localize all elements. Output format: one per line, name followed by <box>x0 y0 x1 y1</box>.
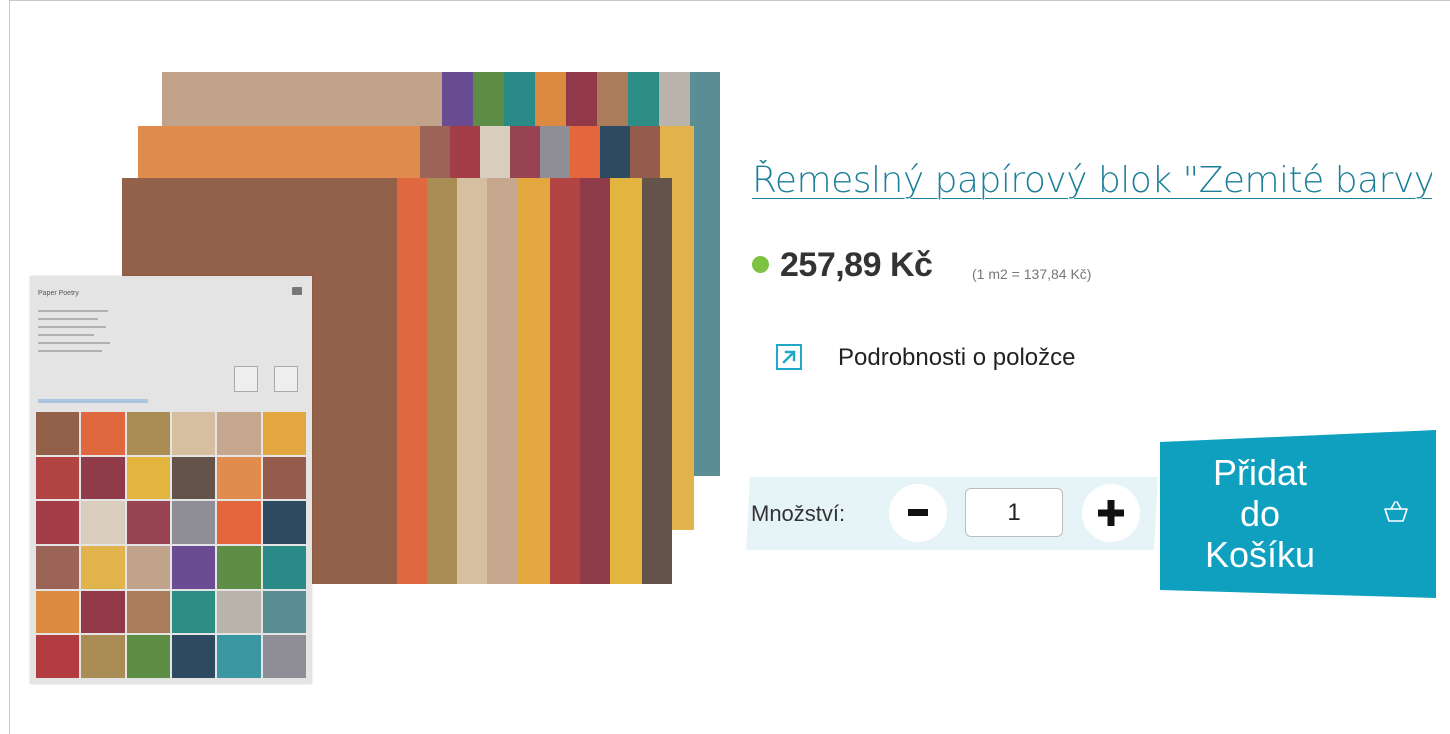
pad-text-line <box>38 326 106 328</box>
product-image[interactable]: Paper Poetry <box>30 72 720 684</box>
pad-text-line <box>38 310 108 312</box>
pad-logo-mark <box>292 287 302 295</box>
pad-color-grid <box>36 412 306 678</box>
pad-text-line <box>38 342 110 344</box>
pad-recycle-badge <box>274 366 298 392</box>
minus-icon <box>908 509 928 516</box>
pad-brand-logo: Paper Poetry <box>38 290 79 297</box>
basket-icon <box>1382 500 1410 529</box>
quantity-decrement-button[interactable] <box>889 484 947 542</box>
pad-text-line <box>38 334 94 336</box>
quantity-input[interactable] <box>965 488 1063 537</box>
unit-price: (1 m2 = 137,84 Kč) <box>972 266 1092 282</box>
pad-text-line <box>38 318 98 320</box>
add-to-cart-label: Přidat do Košíku <box>1204 452 1316 575</box>
paper-pad-cover: Paper Poetry <box>30 276 312 684</box>
plus-icon <box>1098 500 1124 526</box>
external-link-icon[interactable] <box>776 344 802 370</box>
in-stock-indicator <box>752 256 769 273</box>
pad-subtitle-line <box>38 399 148 403</box>
product-title-link[interactable]: Řemeslný papírový blok "Zemité barvy <box>752 160 1432 201</box>
item-details-link[interactable]: Podrobnosti o položce <box>838 344 1076 372</box>
quantity-increment-button[interactable] <box>1082 484 1140 542</box>
pad-sheet-count-badge <box>234 366 258 392</box>
pad-text-line <box>38 350 102 352</box>
quantity-label: Množství: <box>751 501 846 526</box>
product-price: 257,89 Kč <box>780 246 933 284</box>
add-to-cart-button[interactable]: Přidat do Košíku <box>1160 430 1436 598</box>
